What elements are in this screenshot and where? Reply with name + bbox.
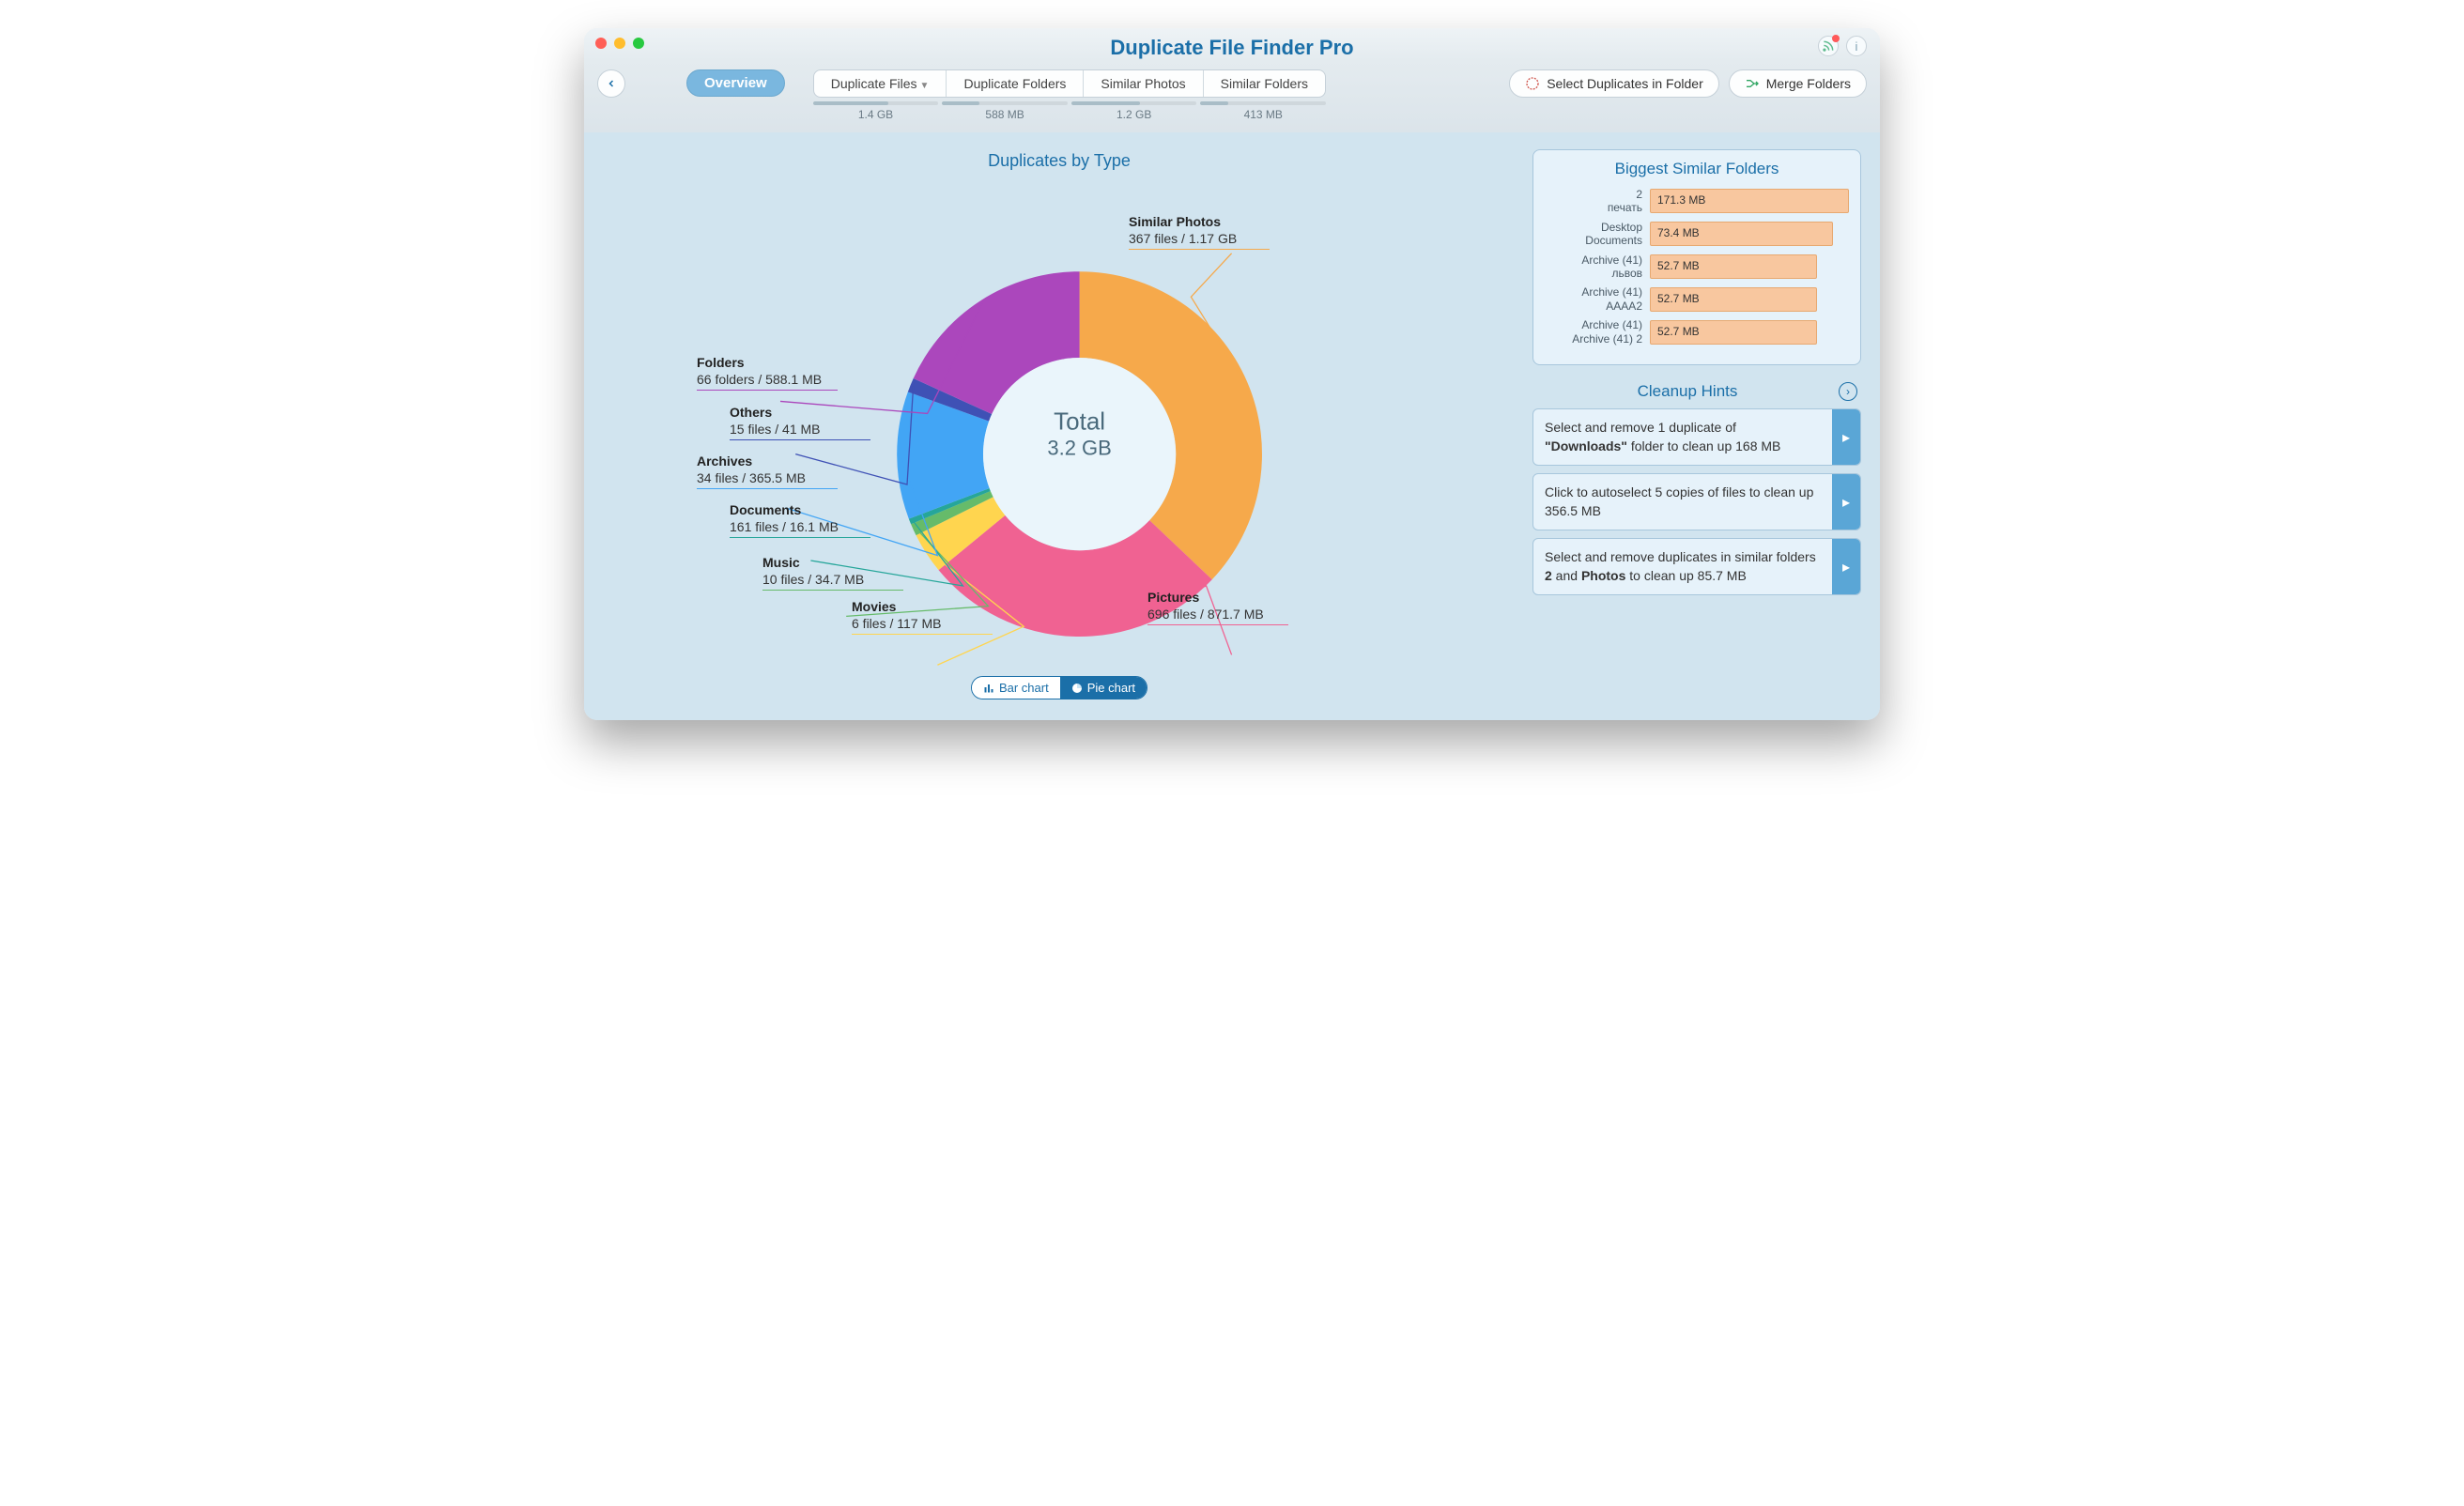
hint-text: Select and remove 1 duplicate of "Downlo… bbox=[1533, 409, 1832, 465]
chart-center-total: Total 3.2 GB bbox=[1047, 407, 1111, 461]
chart-label-documents: Documents161 files / 16.1 MB bbox=[730, 501, 870, 538]
cleanup-hints-title: Cleanup Hints bbox=[1536, 382, 1839, 401]
hint-go-icon[interactable]: ▸ bbox=[1832, 474, 1860, 530]
folder-pair-names: Archive (41)AAAA2 bbox=[1545, 285, 1642, 313]
folder-pair-names: Archive (41)Archive (41) 2 bbox=[1545, 318, 1642, 346]
similar-folder-row[interactable]: Archive (41)Archive (41) 2 52.7 MB bbox=[1545, 318, 1849, 346]
maximize-icon[interactable] bbox=[633, 38, 644, 49]
cleanup-hint[interactable]: Select and remove duplicates in similar … bbox=[1532, 538, 1861, 595]
folder-pair-size: 52.7 MB bbox=[1657, 259, 1700, 272]
content-area: Duplicates by Type Total 3.2 GB Similar … bbox=[584, 132, 1880, 720]
category-tab-0[interactable]: Duplicate Files▼ bbox=[814, 70, 947, 97]
cleanup-hint[interactable]: Click to autoselect 5 copies of files to… bbox=[1532, 473, 1861, 530]
hint-text: Select and remove duplicates in similar … bbox=[1533, 539, 1832, 594]
similar-folder-row[interactable]: DesktopDocuments 73.4 MB bbox=[1545, 221, 1849, 248]
chart-label-similar-photos: Similar Photos367 files / 1.17 GB bbox=[1129, 213, 1270, 250]
chart-label-music: Music10 files / 34.7 MB bbox=[762, 554, 903, 591]
info-icon[interactable]: i bbox=[1846, 36, 1867, 56]
app-title: Duplicate File Finder Pro bbox=[595, 36, 1869, 60]
folder-pair-size: 52.7 MB bbox=[1657, 292, 1700, 305]
category-tabs: Duplicate Files▼Duplicate FoldersSimilar… bbox=[813, 69, 1326, 121]
donut-chart: Total 3.2 GB Similar Photos367 files / 1… bbox=[603, 180, 1516, 668]
chart-label-pictures: Pictures696 files / 871.7 MB bbox=[1147, 589, 1288, 625]
similar-folder-row[interactable]: 2печать 171.3 MB bbox=[1545, 188, 1849, 215]
hint-go-icon[interactable]: ▸ bbox=[1832, 539, 1860, 594]
folder-pair-size: 73.4 MB bbox=[1657, 226, 1700, 239]
chart-label-movies: Movies6 files / 117 MB bbox=[852, 598, 993, 635]
titlebar: Duplicate File Finder Pro i bbox=[584, 28, 1880, 60]
cleanup-hints-panel: Cleanup Hints › Select and remove 1 dupl… bbox=[1532, 382, 1861, 604]
category-tab-size-0: 1.4 GB bbox=[813, 101, 939, 121]
total-value: 3.2 GB bbox=[1047, 437, 1111, 461]
hint-text: Click to autoselect 5 copies of files to… bbox=[1533, 474, 1832, 530]
biggest-similar-title: Biggest Similar Folders bbox=[1545, 160, 1849, 178]
merge-folders-label: Merge Folders bbox=[1766, 76, 1851, 91]
chart-label-others: Others15 files / 41 MB bbox=[730, 404, 870, 440]
hint-go-icon[interactable]: ▸ bbox=[1832, 409, 1860, 465]
folder-pair-names: Archive (41)львов bbox=[1545, 254, 1642, 281]
rss-icon[interactable] bbox=[1818, 36, 1839, 56]
similar-folder-row[interactable]: Archive (41)AAAA2 52.7 MB bbox=[1545, 285, 1849, 313]
back-button[interactable] bbox=[597, 69, 625, 98]
chart-panel: Duplicates by Type Total 3.2 GB Similar … bbox=[603, 149, 1516, 699]
cleanup-hint[interactable]: Select and remove 1 duplicate of "Downlo… bbox=[1532, 408, 1861, 466]
category-tab-1[interactable]: Duplicate Folders bbox=[947, 70, 1084, 97]
category-tab-size-1: 588 MB bbox=[942, 101, 1068, 121]
window-controls bbox=[595, 38, 644, 49]
app-window: Duplicate File Finder Pro i Overview Dup… bbox=[584, 28, 1880, 720]
category-tab-size-2: 1.2 GB bbox=[1071, 101, 1197, 121]
category-tab-3[interactable]: Similar Folders bbox=[1204, 70, 1325, 97]
similar-folder-row[interactable]: Archive (41)львов 52.7 MB bbox=[1545, 254, 1849, 281]
minimize-icon[interactable] bbox=[614, 38, 625, 49]
category-tab-2[interactable]: Similar Photos bbox=[1084, 70, 1203, 97]
right-column: Biggest Similar Folders 2печать 171.3 MB D… bbox=[1532, 149, 1861, 699]
merge-folders-button[interactable]: Merge Folders bbox=[1729, 69, 1867, 98]
folder-pair-size: 52.7 MB bbox=[1657, 325, 1700, 338]
chart-label-folders: Folders66 folders / 588.1 MB bbox=[697, 354, 838, 391]
chart-title: Duplicates by Type bbox=[603, 151, 1516, 171]
select-duplicates-button[interactable]: Select Duplicates in Folder bbox=[1509, 69, 1719, 98]
biggest-similar-folders-panel: Biggest Similar Folders 2печать 171.3 MB D… bbox=[1532, 149, 1861, 365]
folder-pair-names: 2печать bbox=[1545, 188, 1642, 215]
category-tab-size-3: 413 MB bbox=[1200, 101, 1326, 121]
total-label: Total bbox=[1047, 407, 1111, 437]
folder-pair-names: DesktopDocuments bbox=[1545, 221, 1642, 248]
folder-pair-size: 171.3 MB bbox=[1657, 193, 1705, 207]
hints-more-icon[interactable]: › bbox=[1839, 382, 1857, 401]
chart-label-archives: Archives34 files / 365.5 MB bbox=[697, 453, 838, 489]
overview-tab[interactable]: Overview bbox=[686, 69, 785, 97]
toolbar: Overview Duplicate Files▼Duplicate Folde… bbox=[584, 60, 1880, 132]
close-icon[interactable] bbox=[595, 38, 607, 49]
select-duplicates-label: Select Duplicates in Folder bbox=[1547, 76, 1703, 91]
